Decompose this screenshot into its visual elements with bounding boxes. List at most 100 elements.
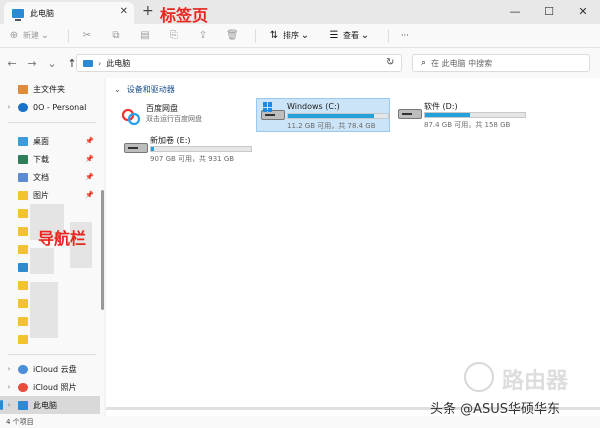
status-bar: 4 个项目 bbox=[0, 416, 600, 428]
watermark-logo-text: 路由器 bbox=[502, 369, 569, 394]
baidu-netdisk-item[interactable]: 百度网盘 双击运行百度网盘 bbox=[116, 100, 250, 134]
sidebar-item-label: iCloud 云盘 bbox=[33, 364, 77, 374]
close-tab-icon[interactable]: ✕ bbox=[120, 6, 128, 17]
sidebar-item-icloud-drive[interactable]: › iCloud 云盘 bbox=[0, 360, 100, 378]
copy-button[interactable]: ⧉ bbox=[110, 30, 125, 41]
this-pc-icon bbox=[12, 8, 24, 21]
drive-e[interactable]: 新加卷 (E:) 907 GB 可用，共 931 GB bbox=[120, 132, 254, 166]
baidu-netdisk-icon bbox=[121, 108, 141, 126]
close-window-button[interactable]: ✕ bbox=[566, 0, 600, 24]
sidebar-item-label: 此电脑 bbox=[33, 400, 57, 410]
pin-icon[interactable]: 📌 bbox=[85, 191, 94, 199]
sidebar-item-home[interactable]: 主文件夹 bbox=[0, 80, 100, 98]
chevron-down-icon: ⌄ bbox=[300, 30, 310, 41]
drive-c[interactable]: Windows (C:) 11.2 GB 可用，共 78.4 GB bbox=[256, 98, 390, 132]
view-label: 查看 bbox=[343, 31, 359, 40]
this-pc-icon bbox=[83, 59, 93, 67]
view-icon: ☰ bbox=[329, 30, 339, 41]
maximize-button[interactable]: ☐ bbox=[532, 0, 566, 24]
divider bbox=[8, 354, 96, 355]
minimize-button[interactable]: — bbox=[498, 0, 532, 24]
windows-logo-icon bbox=[263, 102, 273, 112]
sidebar-item-desktop[interactable]: 桌面 📌 bbox=[0, 132, 100, 150]
pin-icon[interactable]: 📌 bbox=[85, 155, 94, 163]
forward-button[interactable]: → bbox=[24, 57, 40, 70]
share-icon: ⇪ bbox=[198, 30, 208, 41]
copy-icon: ⧉ bbox=[112, 30, 120, 41]
sidebar-item-label: 图片 bbox=[33, 190, 49, 200]
desktop-icon bbox=[18, 136, 28, 146]
chevron-right-icon[interactable]: › bbox=[4, 103, 14, 111]
breadcrumb-this-pc[interactable]: 此电脑 bbox=[106, 58, 130, 69]
sidebar-item-icloud-photos[interactable]: › iCloud 照片 bbox=[0, 378, 100, 396]
folder-icon bbox=[18, 316, 28, 326]
drive-d[interactable]: 软件 (D:) 87.4 GB 可用，共 158 GB bbox=[394, 98, 528, 132]
item-count: 4 个项目 bbox=[6, 418, 34, 426]
sidebar-item-onedrive[interactable]: › 0O - Personal bbox=[0, 98, 100, 116]
rename-icon: ⎘ bbox=[170, 30, 178, 41]
back-button[interactable]: ← bbox=[4, 57, 20, 70]
tab-annotation: 标签页 bbox=[160, 6, 209, 25]
chevron-right-icon[interactable]: › bbox=[4, 401, 14, 409]
paste-button[interactable]: ▤ bbox=[139, 30, 154, 41]
watermark-logo: 路由器 bbox=[462, 360, 590, 394]
chevron-right-icon[interactable]: › bbox=[4, 383, 14, 391]
chevron-right-icon[interactable]: › bbox=[4, 365, 14, 373]
sidebar-item-documents[interactable]: 文档 📌 bbox=[0, 168, 100, 186]
divider bbox=[8, 122, 96, 123]
search-icon: ⌕ bbox=[421, 58, 427, 68]
sort-icon: ⇅ bbox=[269, 30, 279, 41]
group-header[interactable]: ⌄ 设备和驱动器 bbox=[114, 84, 175, 95]
divider bbox=[68, 28, 69, 43]
tab-title: 此电脑 bbox=[30, 8, 54, 18]
folder-icon bbox=[18, 190, 28, 200]
share-button[interactable]: ⇪ bbox=[197, 30, 212, 41]
more-button[interactable]: ··· bbox=[401, 31, 409, 40]
drive-name: Windows (C:) bbox=[287, 102, 340, 111]
chevron-down-icon: ⌄ bbox=[360, 30, 370, 41]
drive-name: 新加卷 (E:) bbox=[150, 136, 191, 145]
search-box[interactable]: ⌕ bbox=[412, 54, 590, 72]
watermark-credit: 头条 @ASUS华硕华东 bbox=[430, 402, 561, 417]
drive-info: 907 GB 可用，共 931 GB bbox=[150, 155, 235, 163]
title-bar: 此电脑 ✕ + 标签页 — ☐ ✕ bbox=[0, 0, 600, 25]
sidebar-item-label: 文档 bbox=[33, 172, 49, 182]
this-pc-icon bbox=[18, 400, 28, 410]
folder-icon bbox=[18, 298, 28, 308]
paste-icon: ▤ bbox=[140, 30, 150, 41]
refresh-button[interactable]: ↻ bbox=[386, 57, 394, 68]
search-input[interactable] bbox=[431, 58, 582, 68]
rename-button[interactable]: ⎘ bbox=[168, 30, 183, 41]
sidebar-scrollbar[interactable] bbox=[101, 190, 104, 310]
view-button[interactable]: ☰ 查看 ⌄ bbox=[328, 30, 374, 41]
home-icon bbox=[18, 84, 28, 94]
nav-annotation: 导航栏 bbox=[38, 229, 87, 248]
new-button[interactable]: ⊕ 新建 ⌄ bbox=[8, 30, 54, 41]
pin-icon[interactable]: 📌 bbox=[85, 137, 94, 145]
drive-usage-bar bbox=[424, 112, 526, 118]
sort-button[interactable]: ⇅ 排序 ⌄ bbox=[268, 30, 314, 41]
divider bbox=[388, 28, 389, 43]
chevron-down-icon: ⌄ bbox=[114, 85, 121, 94]
chevron-right-icon: › bbox=[98, 58, 102, 68]
address-bar-row: ← → ⌄ ↑ › 此电脑 ⌄ ↻ ⌕ bbox=[0, 48, 600, 78]
recent-locations-button[interactable]: ⌄ bbox=[44, 57, 60, 70]
tab-this-pc[interactable]: 此电脑 ✕ bbox=[4, 2, 134, 24]
cut-button[interactable]: ✂ bbox=[81, 30, 96, 41]
sidebar-item-pictures[interactable]: 图片 📌 bbox=[0, 186, 100, 204]
folder-icon bbox=[18, 226, 28, 236]
delete-button[interactable]: 🗑 bbox=[226, 30, 241, 41]
trash-icon: 🗑 bbox=[226, 30, 239, 41]
sidebar-item-downloads[interactable]: 下载 📌 bbox=[0, 150, 100, 168]
drive-info: 87.4 GB 可用，共 158 GB bbox=[424, 121, 511, 129]
photos-icon bbox=[18, 382, 28, 392]
item-name: 百度网盘 bbox=[146, 104, 178, 113]
redaction-blur bbox=[30, 282, 58, 338]
scissors-icon: ✂ bbox=[82, 30, 92, 41]
drive-icon bbox=[124, 143, 148, 153]
redaction-blur bbox=[30, 248, 54, 274]
pin-icon[interactable]: 📌 bbox=[85, 173, 94, 181]
new-tab-button[interactable]: + bbox=[142, 3, 154, 19]
sidebar-item-this-pc[interactable]: › 此电脑 bbox=[0, 396, 100, 414]
address-field[interactable]: › 此电脑 ⌄ bbox=[76, 54, 402, 72]
